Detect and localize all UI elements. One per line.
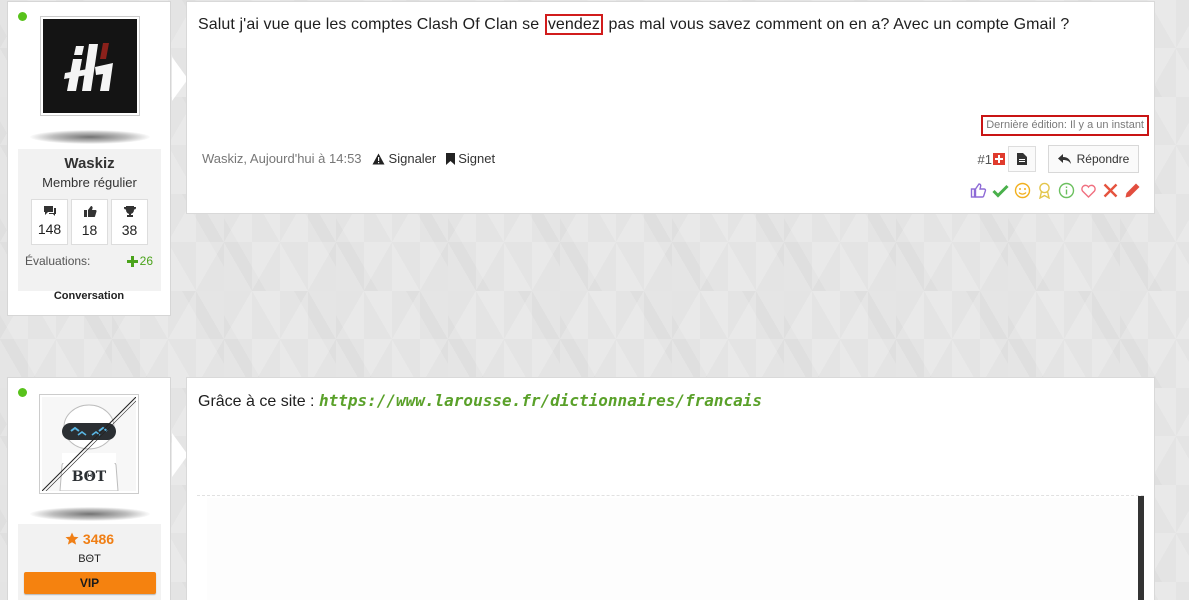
username[interactable]: Waskiz xyxy=(18,149,161,172)
agree-reaction-icon[interactable] xyxy=(992,182,1009,199)
reply-label: Répondre xyxy=(1076,152,1130,166)
rating-value-text: 26 xyxy=(139,254,153,268)
user-info: Waskiz Membre régulier 148 18 38 Évaluat… xyxy=(18,149,161,291)
message-text-before: Salut j'ai vue que les comptes Clash Of … xyxy=(198,16,544,33)
star-icon xyxy=(65,532,79,545)
post-2: Grâce à ce site : https://www.larousse.f… xyxy=(186,377,1155,600)
message-prefix: Grâce à ce site : xyxy=(198,393,319,410)
online-indicator xyxy=(18,12,27,21)
avatar-shadow xyxy=(30,507,150,521)
edit-reaction-icon[interactable] xyxy=(1124,182,1141,199)
online-indicator xyxy=(18,388,27,397)
post-author-time[interactable]: Waskiz, Aujourd'hui à 14:53 xyxy=(202,151,362,166)
post-meta: Waskiz, Aujourd'hui à 14:53 Signaler Sig… xyxy=(202,151,495,166)
stat-messages-value: 148 xyxy=(37,221,62,237)
user-stats: 148 18 38 xyxy=(18,199,161,245)
bookmark-icon xyxy=(446,152,456,165)
robot-avatar-icon: BΘT xyxy=(41,396,137,492)
stat-trophies-value: 38 xyxy=(121,222,138,238)
conversation-link[interactable]: Conversation xyxy=(8,290,170,302)
user-score: 3486 xyxy=(18,524,161,547)
stat-trophies: 38 xyxy=(111,199,148,245)
user-title: Membre régulier xyxy=(42,175,137,190)
stat-likes: 18 xyxy=(71,199,108,245)
rating-label: Évaluations: xyxy=(25,254,91,268)
post-1: Salut j'ai vue que les comptes Clash Of … xyxy=(186,1,1155,214)
highlighted-word: vendez xyxy=(544,14,604,35)
message-text-after: pas mal vous savez comment on en a? Avec… xyxy=(604,16,1070,33)
user-info: 3486 BΘT VIP xyxy=(18,524,161,600)
post-number[interactable]: #1 xyxy=(978,152,992,167)
embed-scrollbar[interactable] xyxy=(1138,496,1144,600)
post-message: Grâce à ce site : https://www.larousse.f… xyxy=(198,391,762,411)
embed-preview xyxy=(207,498,1138,600)
heart-reaction-icon[interactable] xyxy=(1080,182,1097,199)
plus-icon xyxy=(126,255,138,267)
document-button[interactable] xyxy=(1008,146,1036,172)
bookmark-label: Signet xyxy=(458,151,496,166)
reply-icon xyxy=(1057,153,1071,164)
vip-badge[interactable]: VIP xyxy=(23,572,156,594)
disagree-reaction-icon[interactable] xyxy=(1102,182,1119,199)
smile-reaction-icon[interactable] xyxy=(1014,182,1031,199)
avatar-shadow xyxy=(30,130,150,144)
reply-button[interactable]: Répondre xyxy=(1048,145,1139,173)
info-reaction-icon[interactable] xyxy=(1058,182,1075,199)
user-title: BΘT xyxy=(78,553,101,565)
thumbs-up-icon xyxy=(83,206,97,217)
avatar[interactable] xyxy=(40,16,140,116)
avatar-text: BΘT xyxy=(72,469,107,485)
rating-value[interactable]: 26 xyxy=(126,254,153,268)
document-icon xyxy=(1017,153,1027,165)
add-plus-icon[interactable] xyxy=(993,153,1005,165)
award-reaction-icon[interactable] xyxy=(1036,182,1053,200)
avatar-logo-icon xyxy=(43,19,137,113)
separator xyxy=(197,495,1144,496)
rating-row: Évaluations: 26 xyxy=(18,245,161,268)
warning-icon xyxy=(372,153,385,164)
last-edit-note: Dernière édition: Il y a un instant xyxy=(981,115,1149,136)
user-panel-bot: BΘT 3486 BΘT VIP xyxy=(7,377,188,600)
external-link[interactable]: https://www.larousse.fr/dictionnaires/fr… xyxy=(319,391,762,410)
post-message: Salut j'ai vue que les comptes Clash Of … xyxy=(198,14,1070,35)
like-reaction-icon[interactable] xyxy=(970,182,987,199)
avatar[interactable]: BΘT xyxy=(39,394,139,494)
comments-icon xyxy=(43,206,56,216)
report-link[interactable]: Signaler xyxy=(372,151,437,166)
user-score-value: 3486 xyxy=(82,531,115,547)
stat-messages: 148 xyxy=(31,199,68,245)
report-label: Signaler xyxy=(388,151,437,166)
reactions-bar xyxy=(970,182,1141,200)
stat-likes-value: 18 xyxy=(81,222,98,238)
post-number-group: #1 xyxy=(978,146,1036,172)
user-panel-waskiz: Waskiz Membre régulier 148 18 38 Évaluat… xyxy=(7,1,188,316)
bookmark-link[interactable]: Signet xyxy=(446,151,495,166)
trophy-icon xyxy=(123,206,136,217)
